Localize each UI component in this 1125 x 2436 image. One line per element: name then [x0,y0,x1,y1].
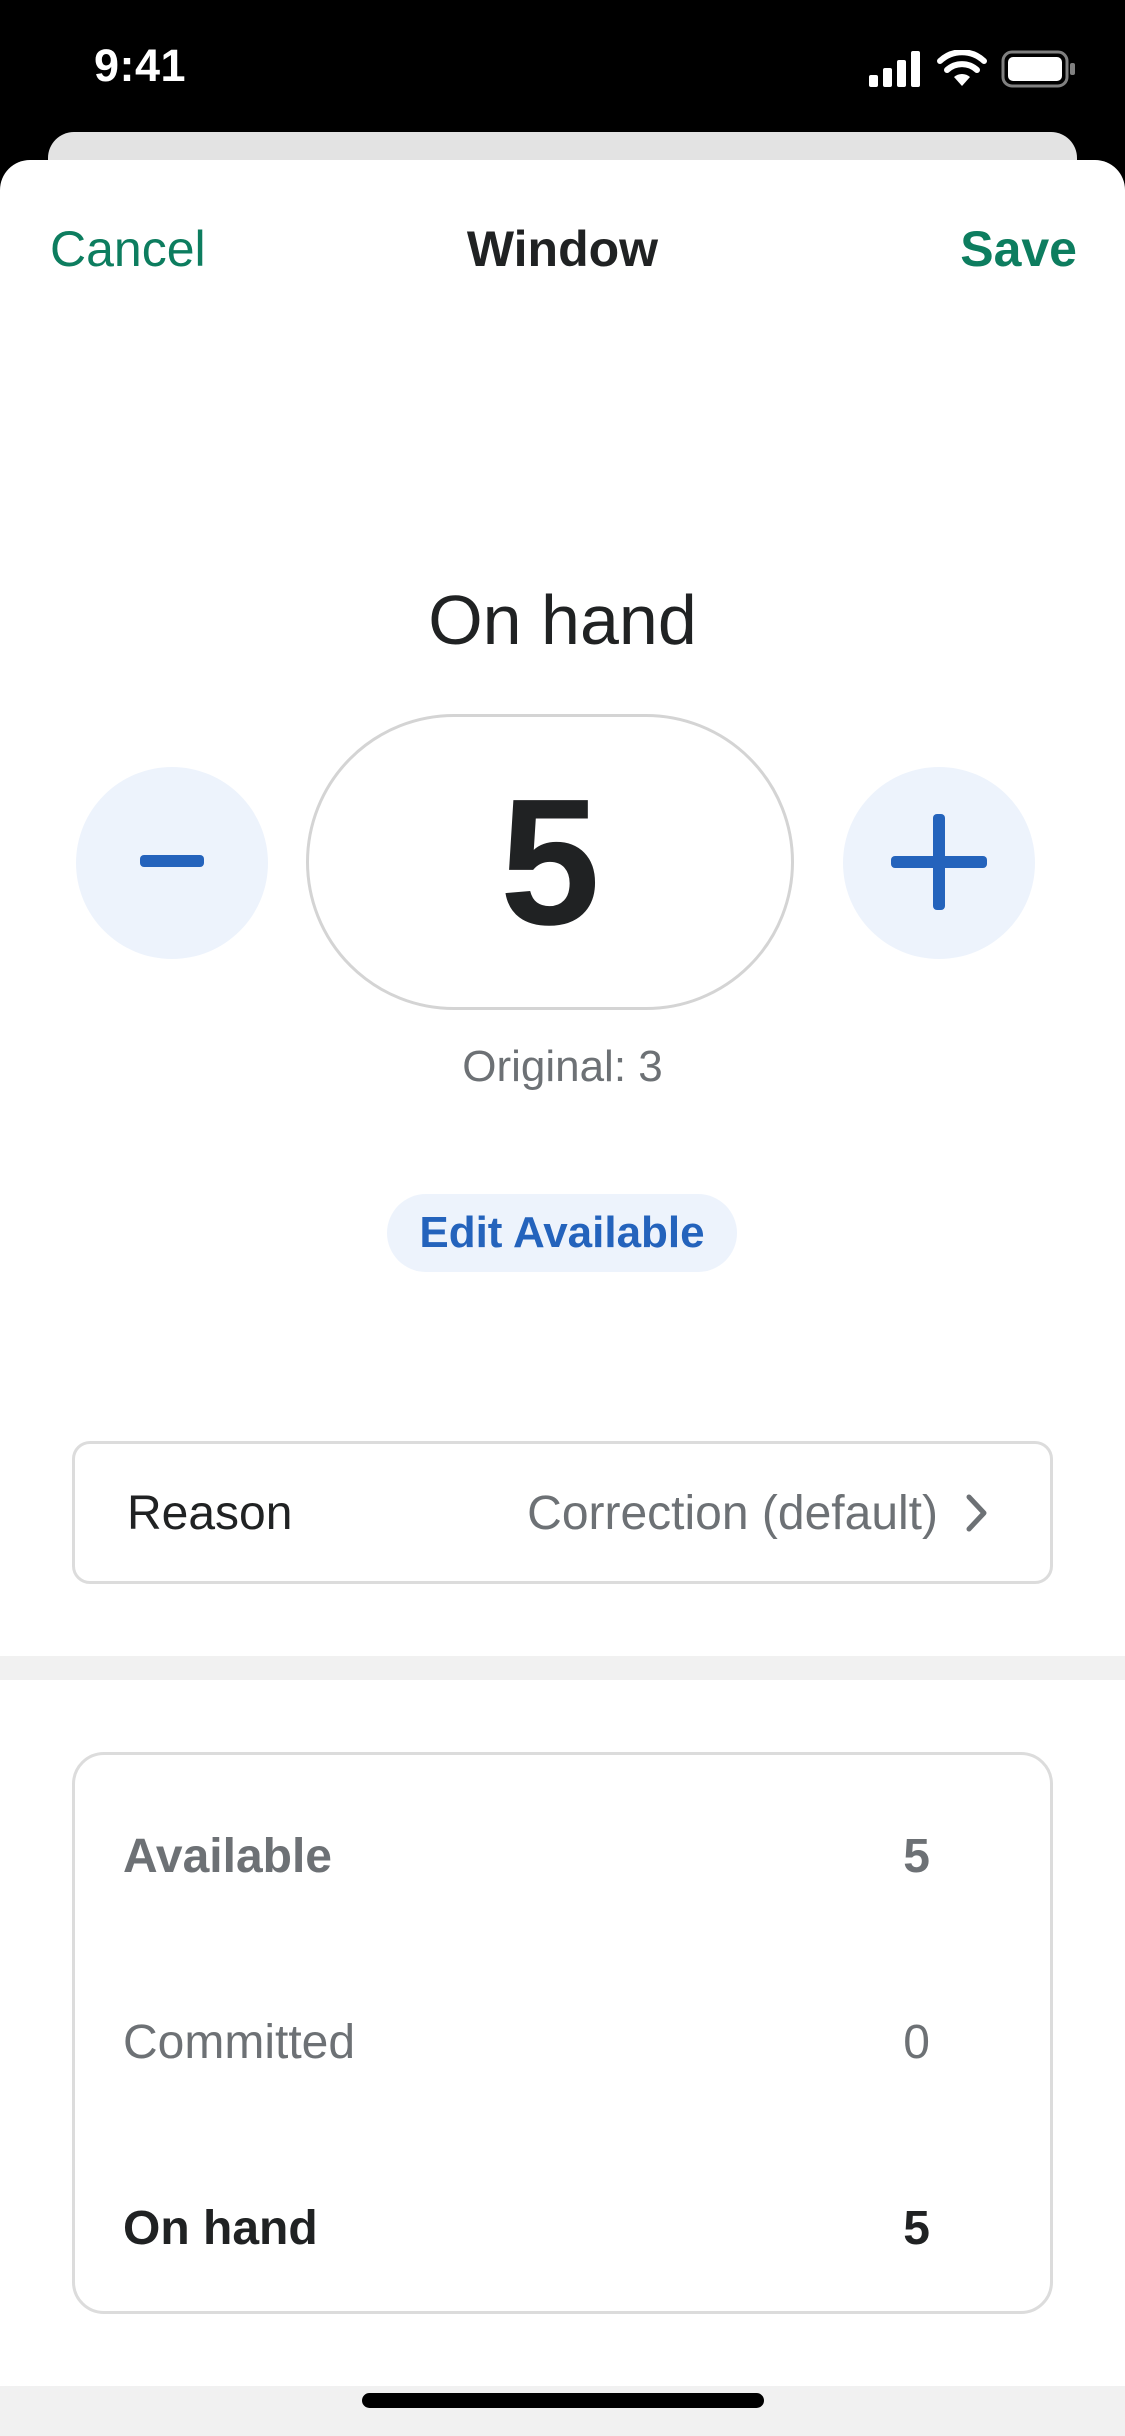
quantity-heading: On hand [428,581,697,659]
battery-icon [1001,50,1077,93]
summary-row-committed: Committed 0 [123,2015,930,2075]
quantity-field[interactable]: 5 [306,714,794,1010]
minus-icon [140,854,204,872]
status-bar: 9:41 [0,0,1125,140]
summary-value: 0 [903,2016,930,2069]
wifi-icon [937,48,987,93]
status-icons [869,48,1077,93]
adjust-quantity-sheet: Cancel Window Save On hand 5 Original: 3… [0,160,1125,2436]
reason-value: Correction (default) [527,1487,938,1540]
summary-label: Available [123,1830,332,1883]
reason-row[interactable]: Reason Correction (default) [72,1441,1053,1584]
summary-label: On hand [123,2202,318,2255]
status-time: 9:41 [94,40,187,91]
plus-icon [891,813,987,913]
original-quantity-text: Original: 3 [462,1042,663,1091]
reason-label: Reason [127,1487,293,1540]
summary-row-on-hand: On hand 5 [123,2201,930,2261]
summary-row-available: Available 5 [123,1829,930,1889]
cellular-signal-icon [869,50,923,92]
decrement-button[interactable] [76,767,268,959]
quantity-value: 5 [499,761,601,963]
inventory-summary-card: Available 5 Committed 0 On hand 5 [72,1752,1053,2314]
summary-value: 5 [903,1830,930,1883]
section-divider [0,1656,1125,1680]
save-button[interactable]: Save [960,220,1077,278]
home-indicator[interactable] [362,2393,764,2408]
edit-available-button[interactable]: Edit Available [387,1194,737,1272]
increment-button[interactable] [843,767,1035,959]
page-title: Window [466,221,659,277]
summary-label: Committed [123,2016,356,2069]
nav-bar: Cancel Window Save [0,160,1125,330]
chevron-right-icon [966,1494,988,1537]
summary-value: 5 [903,2202,930,2255]
